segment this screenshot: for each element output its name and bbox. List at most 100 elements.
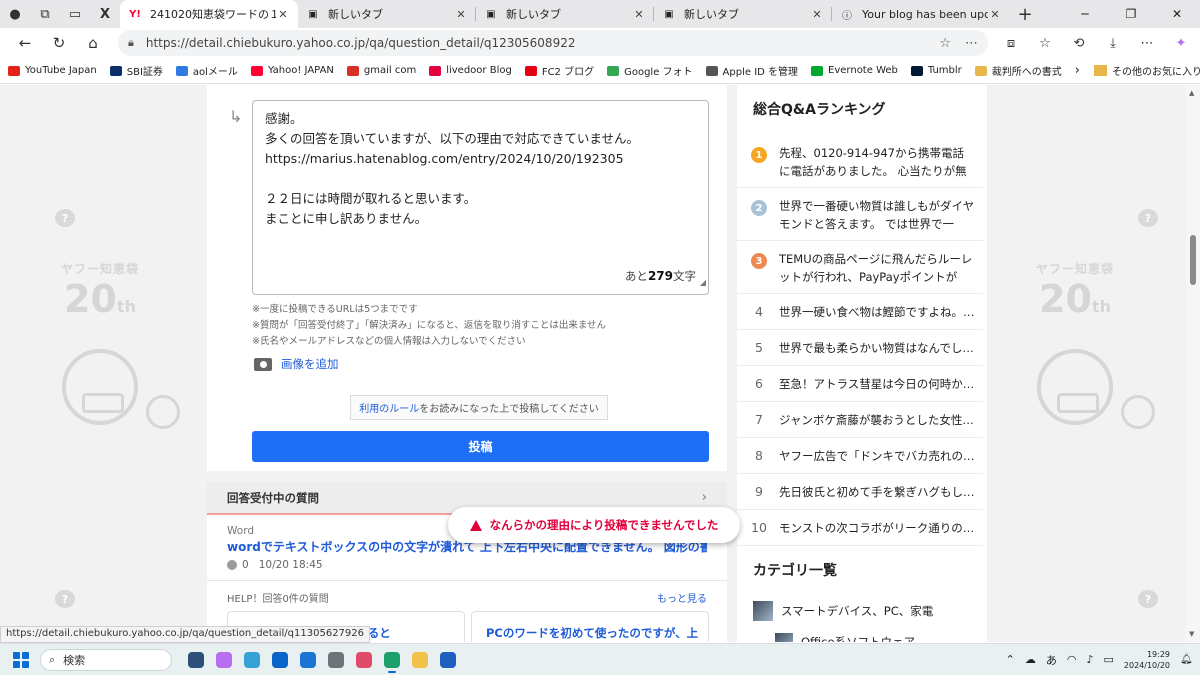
ranking-item[interactable]: 7 ジャンボケ斎藤が襲おうとした女性… (737, 402, 983, 438)
reload-icon[interactable]: ↻ (42, 30, 76, 56)
settings-menu-icon[interactable]: ⋯ (1130, 30, 1164, 56)
rank-badge: 6 (755, 376, 763, 391)
ranking-item[interactable]: 8 ヤフー広告で「ドンキでバカ売れの… (737, 438, 983, 474)
bookmarks-overflow-icon[interactable]: › (1075, 63, 1080, 78)
battery-icon[interactable]: ▭ (1103, 653, 1113, 666)
post-button[interactable]: 投稿 (252, 431, 709, 462)
open-questions-panel: 回答受付中の質問 › Word wordでテキストボックスの中の文字が潰れて 上… (207, 482, 727, 642)
rank-badge: 7 (755, 412, 763, 427)
resize-grip-icon[interactable]: ◢ (700, 273, 706, 293)
copilot-app-icon[interactable] (210, 646, 238, 674)
add-image-button[interactable]: 画像を追加 (254, 356, 339, 372)
outlook-app-icon[interactable] (266, 646, 294, 674)
volume-icon[interactable]: ♪ (1086, 653, 1093, 666)
ranking-item[interactable]: 5 世界で最も柔らかい物質はなんでし… (737, 330, 983, 366)
taskbar-clock[interactable]: 19:29 2024/10/20 (1124, 649, 1170, 671)
photos-app-icon[interactable] (238, 646, 266, 674)
copilot-icon[interactable]: ✦ (1164, 30, 1198, 56)
wifi-icon[interactable]: ◠ (1067, 653, 1077, 666)
restore-icon[interactable]: ❐ (1108, 0, 1154, 28)
windows-start-icon[interactable] (10, 649, 32, 671)
rules-link[interactable]: 利用のルール (359, 400, 419, 415)
bookmark-label: 裁判所への書式 (991, 67, 1062, 78)
snipping-app-icon[interactable] (350, 646, 378, 674)
ranking-item[interactable]: 3 TEMUの商品ページに飛んだらルーレットが行われ、PayPayポイントが特… (737, 241, 983, 294)
ranking-item[interactable]: 1 先程、0120-914-947から携帯電話に電話がありました。 心当たりが無い… (737, 135, 983, 188)
tab-new-1[interactable]: ▣ 新しいタブ ✕ (298, 0, 476, 28)
question-bubble-icon: ? (1138, 209, 1158, 227)
bookmark-item[interactable]: aolメール (175, 63, 238, 78)
category-item[interactable]: Office系ソフトウェア (775, 633, 915, 642)
page-scrollbar[interactable]: ▲ ▼ (1186, 85, 1200, 642)
workspaces-icon[interactable]: ⧉ (30, 0, 60, 28)
bookmark-item[interactable]: SBI証券 (109, 63, 163, 78)
help-question-card[interactable]: PCのワードを初めて使ったのですが、上 (471, 611, 709, 642)
tool-app-icon[interactable] (294, 646, 322, 674)
ranking-item[interactable]: 6 至急！アトラス彗星は今日の何時か… (737, 366, 983, 402)
bookmark-item[interactable]: livedoor Blog (429, 65, 512, 76)
bookmark-item[interactable]: gmail com (346, 65, 416, 76)
bookmark-other-favorites[interactable]: その他のお気に入り (1093, 63, 1200, 78)
taskbar-search[interactable]: ⌕ 検索 (40, 648, 172, 671)
address-url[interactable]: https://detail.chiebukuro.yahoo.co.jp/qa… (146, 36, 925, 50)
warning-icon (469, 519, 482, 531)
settings-app-icon[interactable] (322, 646, 350, 674)
ranking-item-text: 先程、0120-914-947から携帯電話に電話がありました。 心当たりが無い… (779, 146, 967, 178)
tab-close-icon[interactable]: ✕ (454, 8, 468, 21)
tab-new-3[interactable]: ▣ 新しいタブ ✕ (654, 0, 832, 28)
tab-chiebukuro[interactable]: Y! 241020知恵袋ワードの１頁後に移 ✕ (120, 0, 298, 28)
tab-actions-icon[interactable]: ▭ (60, 0, 90, 28)
ranking-item[interactable]: 4 世界一硬い食べ物は鰹節ですよね。… (737, 294, 983, 330)
ime-indicator[interactable]: あ (1046, 652, 1057, 668)
rules-notice: 利用のルール をお読みになった上で投稿してください (350, 395, 608, 420)
category-item[interactable]: スマートデバイス、PC、家電 (753, 601, 933, 621)
bookmark-item[interactable]: Tumblr (910, 65, 962, 76)
bookmark-label: livedoor Blog (446, 65, 512, 76)
lock-icon[interactable]: 🔒︎ (128, 36, 134, 50)
extensions-icon[interactable]: ⧈ (994, 30, 1028, 56)
chevron-up-icon[interactable]: ⌃ (1006, 653, 1015, 666)
bookmark-item[interactable]: Yahoo! JAPAN (250, 65, 334, 76)
onedrive-icon[interactable]: ☁ (1025, 653, 1036, 666)
tab-blog-updated[interactable]: ⓘ Your blog has been updated - ✕ (832, 0, 1010, 28)
ranking-item[interactable]: 2 世界で一番硬い物質は誰しもがダイヤモンドと答えます。 では世界で一番… (737, 188, 983, 241)
ranking-item[interactable]: 10 モンストの次コラボがリーク通りの… (737, 510, 983, 546)
pinned-tab-x[interactable]: X (90, 0, 120, 28)
bookmark-item[interactable]: Evernote Web (811, 65, 898, 76)
bookmark-favicon-icon (429, 65, 442, 76)
close-window-icon[interactable]: ✕ (1154, 0, 1200, 28)
more-link[interactable]: もっと見る (657, 590, 707, 605)
word-app-icon[interactable] (434, 646, 462, 674)
tab-close-icon[interactable]: ✕ (276, 8, 290, 21)
tab-close-icon[interactable]: ✕ (810, 8, 824, 21)
new-tab-button[interactable]: + (1010, 0, 1040, 28)
scroll-up-icon[interactable]: ▲ (1189, 89, 1194, 97)
answer-textarea[interactable]: 感謝。 多くの回答を頂いていますが、以下の理由で対応できていません。 https… (252, 100, 709, 295)
edge-app-icon[interactable] (378, 646, 406, 674)
back-icon[interactable]: ← (8, 30, 42, 56)
bookmark-item[interactable]: YouTube Japan (8, 65, 97, 76)
bookmark-item[interactable]: Apple ID を管理 (705, 63, 798, 78)
history-icon[interactable]: ⟲ (1062, 30, 1096, 56)
home-icon[interactable]: ⌂ (76, 30, 110, 56)
profile-icon[interactable]: ● (0, 0, 30, 28)
tab-close-icon[interactable]: ✕ (988, 8, 1002, 21)
explorer-app-icon[interactable] (406, 646, 434, 674)
bookmark-item[interactable]: Google フォト (607, 63, 693, 78)
scroll-down-icon[interactable]: ▼ (1189, 630, 1194, 638)
tab-new-2[interactable]: ▣ 新しいタブ ✕ (476, 0, 654, 28)
minimize-icon[interactable]: ─ (1062, 0, 1108, 28)
ranking-item[interactable]: 9 先日彼氏と初めて手を繋ぎハグもし… (737, 474, 983, 510)
address-bar[interactable]: 🔒︎ https://detail.chiebukuro.yahoo.co.jp… (118, 30, 988, 56)
scroll-thumb[interactable] (1190, 235, 1196, 285)
bookmark-item[interactable]: 裁判所への書式 (974, 63, 1062, 78)
bookmark-item[interactable]: FC2 ブログ (524, 63, 594, 78)
notification-icon[interactable]: 🔔︎ (1180, 654, 1194, 665)
favorite-star-icon[interactable]: ☆ (939, 36, 951, 51)
favorites-icon[interactable]: ☆ (1028, 30, 1062, 56)
landscape-widget-icon[interactable] (182, 646, 210, 674)
downloads-icon[interactable]: ⤓ (1096, 30, 1130, 56)
question-meta: 0 10/20 18:45 (227, 559, 323, 571)
tab-close-icon[interactable]: ✕ (632, 8, 646, 21)
more-options-icon[interactable]: ⋯ (965, 36, 978, 51)
